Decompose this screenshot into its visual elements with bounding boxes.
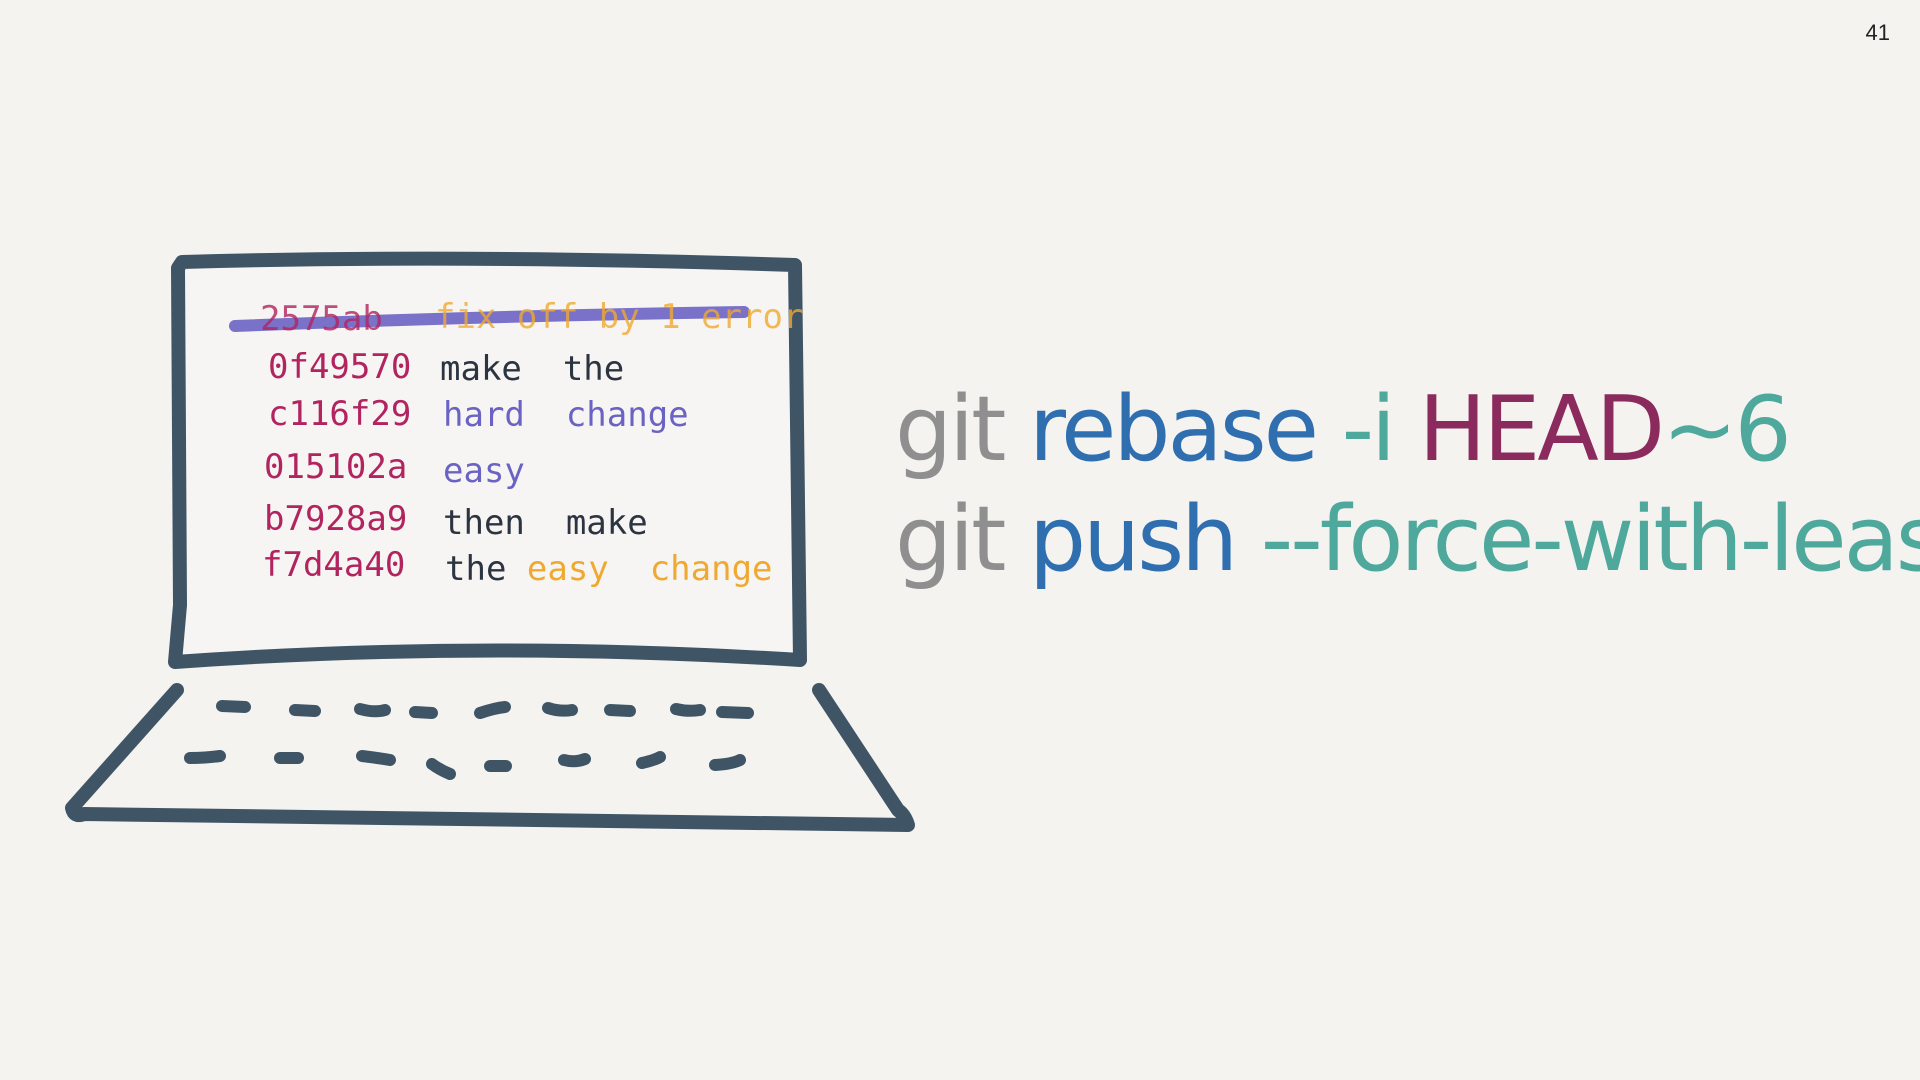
cmd-subcommand: push: [1029, 487, 1238, 592]
commit-hash: b7928a9: [264, 499, 407, 539]
cmd-flag: --force-with-lease: [1260, 487, 1920, 592]
commit-message: the easy change: [445, 549, 773, 589]
commit-message: make the: [440, 349, 624, 389]
commit-hash: f7d4a40: [262, 545, 405, 585]
cmd-ref: HEAD: [1418, 377, 1665, 482]
commit-hash: 2575ab: [260, 299, 383, 339]
commit-hash: 015102a: [264, 447, 407, 487]
commit-message: hard change: [443, 395, 689, 435]
cmd-subcommand: rebase: [1029, 377, 1319, 482]
commit-message: easy: [443, 451, 525, 491]
slide-number: 41: [1865, 20, 1890, 45]
command-rebase: git rebase -i HEAD~6: [895, 375, 1920, 485]
cmd-git: git: [895, 487, 1006, 592]
laptop-drawing: 2575ab fix off by 1 error 0f49570 make t…: [65, 251, 915, 832]
cmd-git: git: [895, 377, 1006, 482]
commit-message: fix off by 1 error: [435, 297, 803, 337]
keyboard-keys: [184, 700, 754, 780]
commit-message-part: the: [445, 549, 527, 589]
laptop-illustration: 2575ab fix off by 1 error 0f49570 make t…: [60, 250, 940, 840]
commit-hash: c116f29: [268, 394, 411, 434]
commit-hash: 0f49570: [268, 347, 411, 387]
cmd-ref-offset: ~6: [1662, 377, 1792, 482]
commit-message-part: easy change: [527, 549, 773, 589]
git-commands: git rebase -i HEAD~6 git push --force-wi…: [895, 375, 1920, 595]
command-push: git push --force-with-lease: [895, 485, 1920, 595]
cmd-flag: -i: [1341, 377, 1397, 482]
commit-message: then make: [443, 503, 648, 543]
